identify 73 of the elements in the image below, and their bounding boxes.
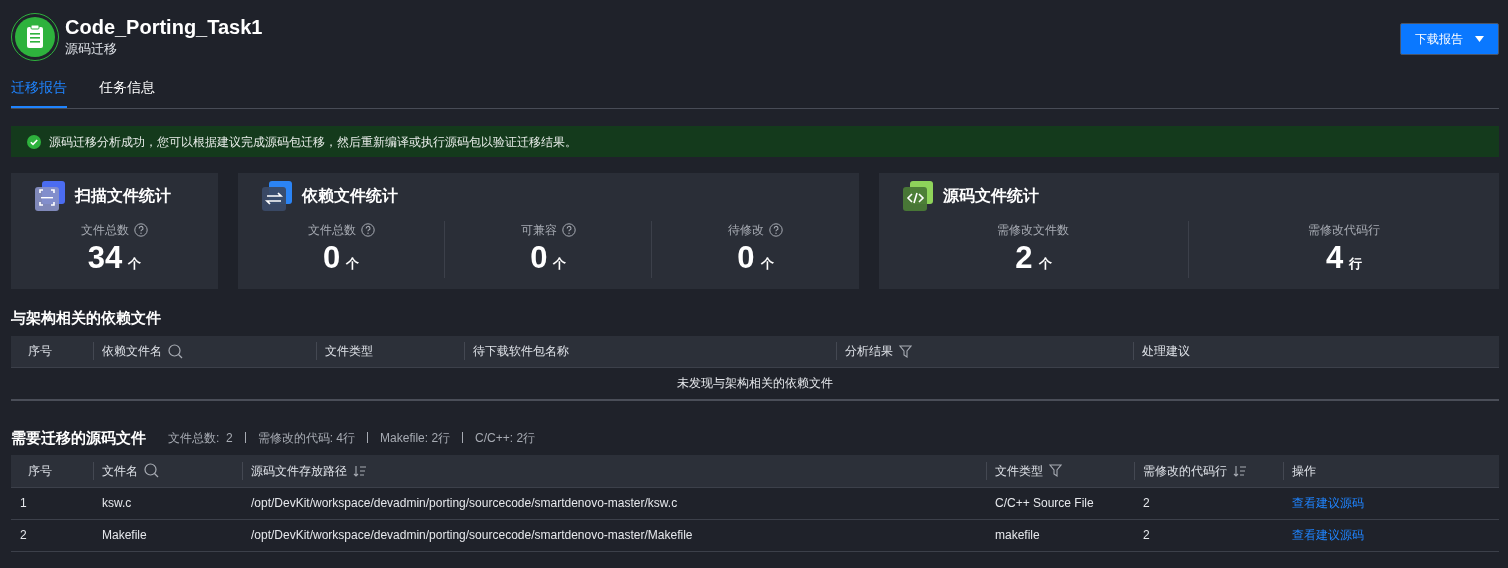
table-cell: 2 — [11, 519, 85, 551]
card-title: 源码文件统计 — [942, 186, 1039, 206]
table-cell: makefile — [978, 519, 1126, 551]
column-header: 文件类型 — [995, 462, 1043, 480]
metric-value: 2 — [1015, 240, 1033, 275]
alert-message: 源码迁移分析成功，您可以根据建议完成源码包迁移，然后重新编译或执行源码包以验证迁移结果。 — [49, 133, 577, 151]
scan-icon — [35, 181, 65, 211]
table-cell: /opt/DevKit/workspace/devadmin/porting/sourcecode/smartdenovo-master/Makefile — [234, 519, 978, 551]
summary-text: 需修改的代码: 4行 — [257, 429, 356, 447]
caret-icon — [1475, 36, 1484, 42]
section-title: 需要迁移的源码文件 — [11, 427, 146, 448]
metric-unit: 个 — [760, 256, 774, 271]
transfer-icon — [262, 181, 292, 211]
column-header: 需修改的代码行 — [1143, 462, 1227, 480]
filter-icon — [899, 344, 912, 358]
help-icon — [561, 223, 576, 237]
tab[interactable]: 任务信息 — [99, 77, 155, 108]
column-header: 源码文件存放路径 — [251, 462, 347, 480]
check-circle-icon — [27, 134, 41, 149]
column-header: 分析结果 — [845, 343, 893, 361]
search-icon — [144, 463, 159, 479]
table-cell: 2 — [1126, 519, 1275, 551]
table-cell: ksw.c — [85, 487, 234, 519]
task-subtitle: 源码迁移 — [65, 39, 118, 58]
metric-unit: 个 — [1038, 256, 1052, 271]
column-header: 依赖文件名 — [102, 343, 162, 361]
metric-unit: 行 — [1349, 256, 1363, 271]
column-header: 操作 — [1292, 462, 1316, 480]
help-icon — [768, 223, 783, 237]
metric-unit: 个 — [346, 256, 360, 271]
table-cell: C/C++ Source File — [978, 487, 1126, 519]
help-icon — [134, 223, 148, 237]
tab[interactable]: 迁移报告 — [11, 77, 67, 108]
filter-icon — [1049, 464, 1062, 478]
table-cell: 1 — [11, 487, 85, 519]
column-header: 文件名 — [102, 462, 138, 480]
section-title: 与架构相关的依赖文件 — [11, 308, 162, 328]
metric-label: 可兼容 — [520, 222, 557, 239]
summary-text: Makefile: 2行 — [380, 429, 451, 447]
metric-value: 34 — [87, 240, 123, 275]
task-title: Code_Porting_Task1 — [65, 15, 263, 39]
help-icon — [360, 223, 375, 237]
column-header: 待下载软件包名称 — [473, 343, 569, 361]
metric-value: 4 — [1326, 240, 1344, 275]
metric-label: 待修改 — [727, 222, 764, 239]
metric-label: 文件总数 — [307, 222, 356, 239]
sort-icon — [353, 464, 367, 477]
column-header: 序号 — [28, 462, 52, 480]
table-cell: /opt/DevKit/workspace/devadmin/porting/sourcecode/smartdenovo-master/ksw.c — [234, 487, 978, 519]
column-header: 文件类型 — [325, 343, 373, 361]
code-icon — [902, 181, 933, 211]
metric-value: 0 — [530, 240, 548, 275]
search-icon — [168, 343, 183, 359]
metric-unit: 个 — [128, 256, 142, 271]
metric-value: 0 — [737, 240, 755, 275]
metric-value: 0 — [322, 240, 341, 275]
column-header: 处理建议 — [1142, 343, 1190, 361]
metric-label: 文件总数 — [81, 222, 129, 239]
column-header: 序号 — [28, 343, 52, 361]
summary-text: C/C++: 2行 — [475, 429, 536, 447]
card-title: 依赖文件统计 — [302, 186, 398, 206]
view-source-link[interactable]: 查看建议源码 — [1292, 528, 1364, 542]
sort-icon — [1233, 464, 1247, 477]
table-cell: 2 — [1126, 487, 1275, 519]
metric-label: 需修改文件数 — [997, 222, 1070, 239]
table-cell: Makefile — [85, 519, 234, 551]
view-source-link[interactable]: 查看建议源码 — [1292, 496, 1364, 510]
summary-text: 文件总数: 2 — [168, 429, 233, 447]
empty-message: 未发现与架构相关的依赖文件 — [11, 367, 1499, 400]
metric-unit: 个 — [553, 256, 567, 271]
metric-label: 需修改代码行 — [1308, 222, 1381, 239]
card-title: 扫描文件统计 — [75, 186, 171, 206]
download-report-button[interactable]: 下载报告 — [1400, 23, 1499, 55]
